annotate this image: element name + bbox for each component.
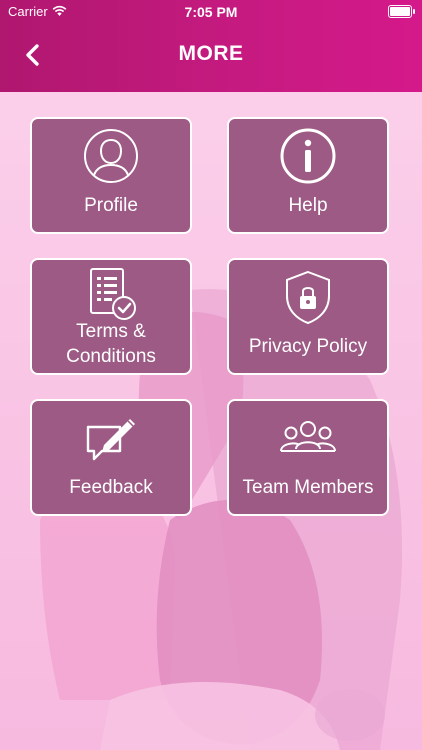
document-check-icon <box>90 268 136 320</box>
terms-label: Terms & Conditions <box>66 321 156 367</box>
battery-icon <box>388 5 415 18</box>
info-icon <box>280 128 336 184</box>
feedback-tile[interactable]: Feedback <box>30 399 192 516</box>
status-bar: Carrier 7:05 PM <box>0 0 422 24</box>
privacy-tile[interactable]: Privacy Policy <box>227 258 389 375</box>
feedback-pen-icon <box>86 419 135 461</box>
page-title: MORE <box>178 42 244 65</box>
help-tile[interactable]: Help <box>227 117 389 234</box>
help-label: Help <box>288 195 328 216</box>
team-icon <box>280 421 336 452</box>
status-time: 7:05 PM <box>184 4 238 20</box>
shield-lock-icon <box>286 270 330 325</box>
user-icon <box>84 129 138 183</box>
terms-tile[interactable]: Terms & Conditions <box>30 258 192 375</box>
profile-tile[interactable]: Profile <box>30 117 192 234</box>
top-bar: Carrier 7:05 PM MORE <box>0 0 422 92</box>
profile-label: Profile <box>84 195 138 216</box>
feedback-label: Feedback <box>69 477 153 498</box>
privacy-label: Privacy Policy <box>248 336 368 357</box>
team-members-tile[interactable]: Team Members <box>227 399 389 516</box>
team-members-label: Team Members <box>242 477 374 498</box>
